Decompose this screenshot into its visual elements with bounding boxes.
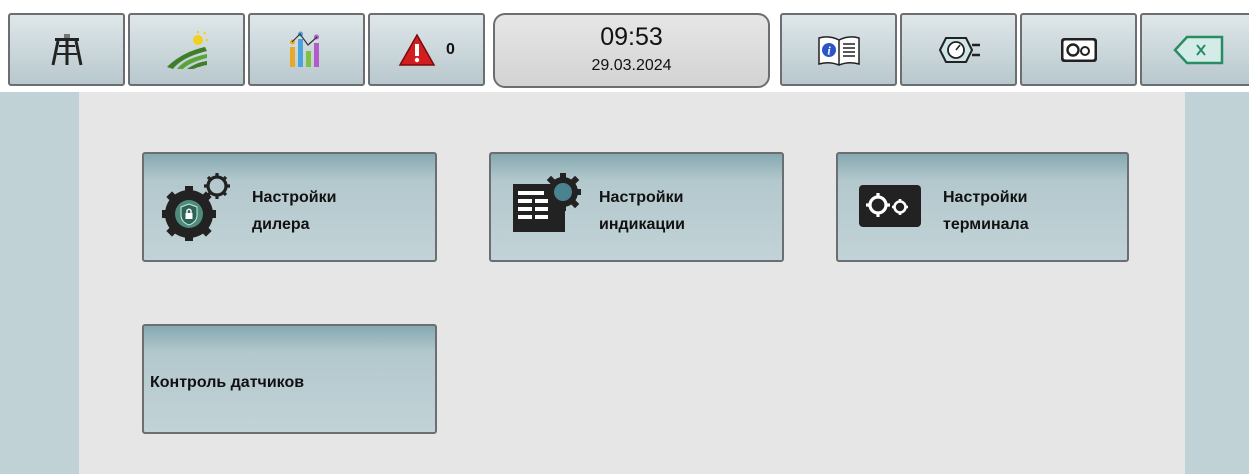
settings-button[interactable]: [1020, 13, 1137, 86]
terminal-settings-label-line1: Настройки: [943, 189, 1028, 206]
sensor-control-button[interactable]: Контроль датчиков: [142, 324, 437, 434]
settings-icon: [1060, 37, 1098, 63]
dealer-settings-label-line2: дилера: [252, 216, 310, 233]
statistics-icon: [287, 31, 327, 69]
back-button[interactable]: [1140, 13, 1249, 86]
terminal-settings-icon: [858, 184, 922, 233]
clock-time: 09:53: [600, 23, 663, 51]
display-settings-icon: [511, 172, 581, 241]
machine-icon: [49, 32, 85, 68]
display-settings-label-line1: Настройки: [599, 189, 684, 206]
statistics-button[interactable]: [248, 13, 365, 86]
terminal-settings-button[interactable]: Настройки терминала: [836, 152, 1129, 262]
manual-button[interactable]: i: [780, 13, 897, 86]
clock-display: 09:53 29.03.2024: [493, 13, 770, 88]
gauge-icon: [936, 33, 982, 67]
dealer-settings-icon: [160, 172, 232, 247]
gauge-button[interactable]: [900, 13, 1017, 86]
machine-button[interactable]: [8, 13, 125, 86]
display-settings-button[interactable]: Настройки индикации: [489, 152, 784, 262]
display-settings-label-line2: индикации: [599, 216, 685, 233]
field-icon: [165, 30, 209, 69]
sensor-control-label: Контроль датчиков: [150, 374, 305, 391]
terminal-settings-label-line2: терминала: [943, 216, 1029, 233]
clock-date: 29.03.2024: [591, 57, 672, 74]
field-button[interactable]: [128, 13, 245, 86]
alarm-count: 0: [446, 40, 455, 58]
back-icon: [1172, 35, 1225, 65]
manual-icon: i: [817, 34, 861, 66]
right-side-panel: [1185, 92, 1249, 474]
left-side-panel: [0, 92, 79, 474]
dealer-settings-button[interactable]: Настройки дилера: [142, 152, 437, 262]
top-toolbar: 0 09:53 29.03.2024 i: [0, 0, 1249, 92]
alarm-button[interactable]: 0: [368, 13, 485, 86]
content-area: Настройки дилера Настройки индикации Нас…: [79, 92, 1185, 474]
alarm-icon: [398, 32, 436, 67]
dealer-settings-label-line1: Настройки: [252, 189, 337, 206]
